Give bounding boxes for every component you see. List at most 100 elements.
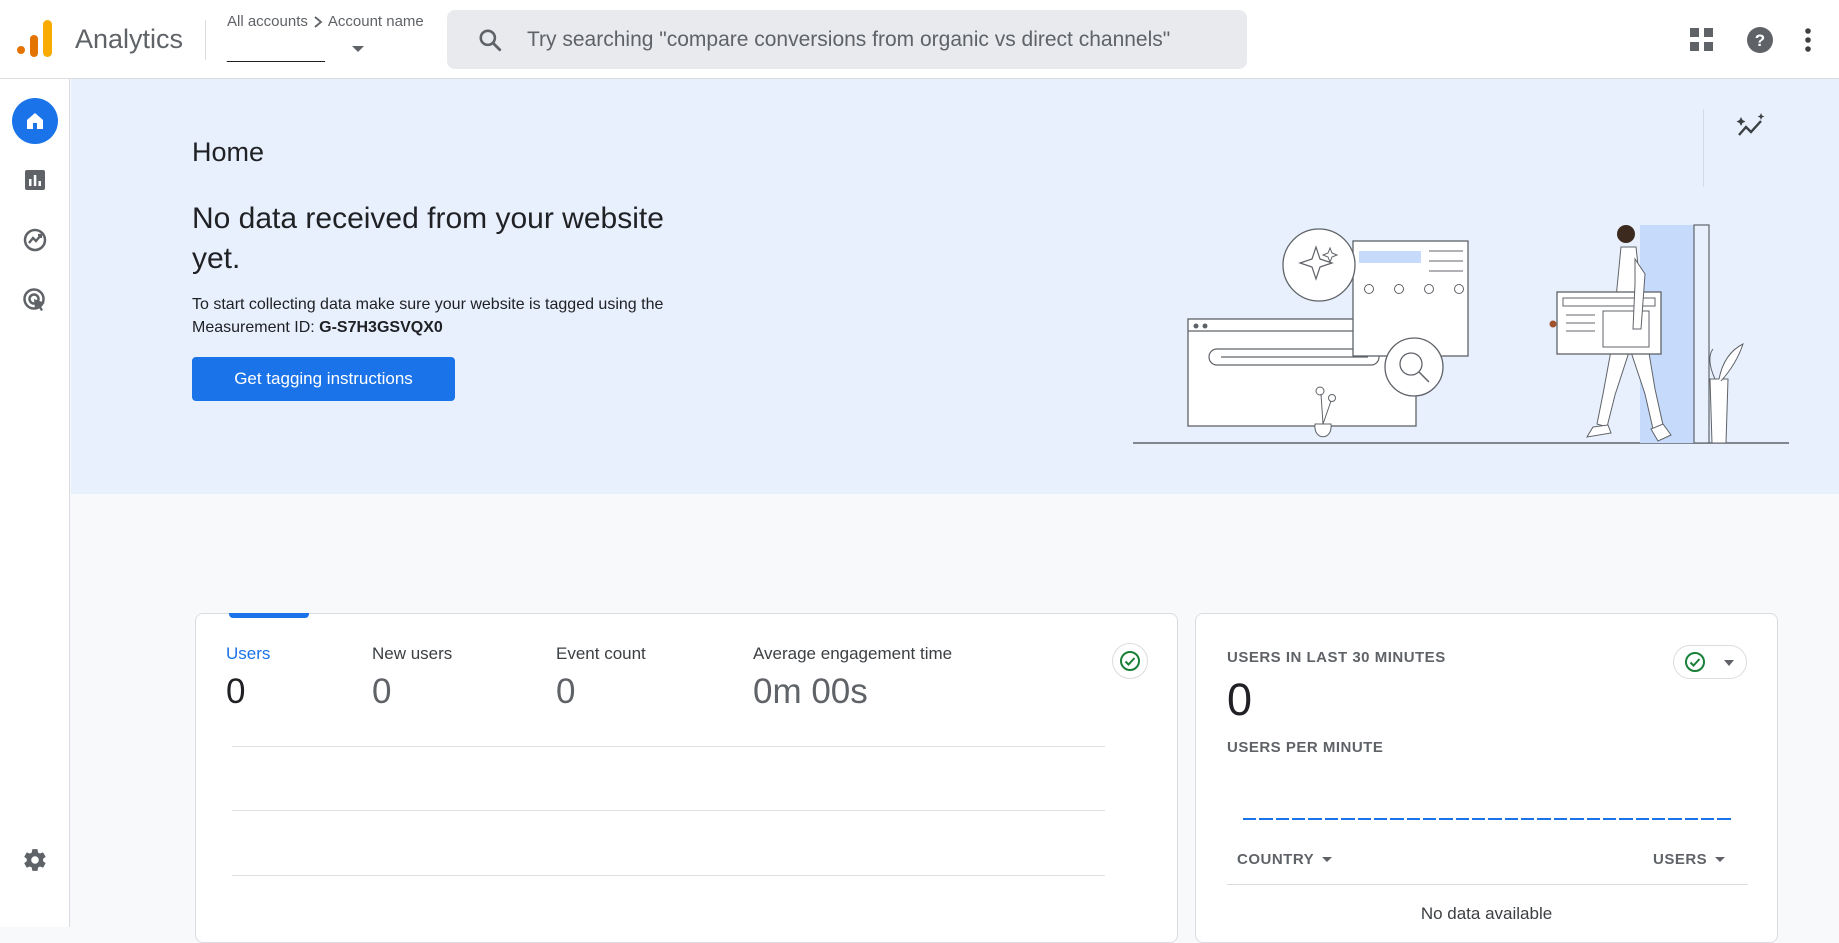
minute-bar [1684, 818, 1699, 820]
top-app-bar: Analytics All accounts Account name ____… [0, 0, 1839, 79]
minute-bar [1455, 818, 1470, 820]
minute-bar [1259, 818, 1273, 820]
minute-bar [1651, 818, 1666, 820]
apps-grid-icon[interactable] [1686, 24, 1718, 56]
minute-bar [1341, 818, 1355, 820]
minute-bar [1504, 818, 1519, 820]
metric-tab-users[interactable]: Users 0 [226, 644, 270, 712]
property-selector[interactable]: ___________ [227, 36, 367, 64]
nav-home[interactable] [12, 98, 58, 144]
svg-text:?: ? [1755, 31, 1765, 50]
nav-admin[interactable] [12, 837, 58, 883]
column-header-label: USERS [1653, 851, 1708, 868]
column-header-country[interactable]: COUNTRY [1237, 851, 1333, 868]
get-tagging-instructions-button[interactable]: Get tagging instructions [192, 357, 455, 401]
breadcrumb-current[interactable]: Account name [328, 13, 424, 30]
page-title: Home [192, 137, 265, 167]
active-tab-indicator [229, 613, 309, 618]
breadcrumb-root[interactable]: All accounts [227, 13, 308, 30]
minute-bar [1570, 818, 1584, 820]
users-per-minute-chart [1243, 818, 1731, 821]
realtime-title: USERS IN LAST 30 MINUTES [1227, 649, 1446, 666]
more-vert-icon[interactable] [1800, 24, 1816, 56]
advertising-icon [23, 288, 45, 311]
metric-value: 0 [556, 672, 576, 711]
metric-tab-new-users[interactable]: New users 0 [372, 644, 452, 712]
minute-bar [1422, 818, 1437, 820]
analytics-logo[interactable] [17, 20, 53, 58]
minute-bar [1308, 818, 1322, 820]
explore-icon [23, 228, 47, 252]
minute-bar [1553, 818, 1568, 820]
divider [1703, 109, 1704, 187]
metric-value: 0m 00s [753, 672, 868, 711]
metric-label: Users [226, 644, 271, 663]
minute-bar [1521, 818, 1535, 820]
selected-property: ___________ [227, 46, 325, 63]
minute-bar [1390, 818, 1404, 820]
realtime-card: USERS IN LAST 30 MINUTES 0 USERS PER MIN… [1195, 613, 1778, 943]
minute-bar [1602, 818, 1617, 820]
nav-advertising[interactable] [12, 277, 58, 323]
minute-bar [1292, 818, 1306, 820]
minute-bar [1275, 818, 1290, 820]
sort-caret-icon [1715, 857, 1726, 862]
minute-bar [1586, 818, 1600, 820]
metric-value: 0 [372, 672, 392, 711]
minute-bar [1357, 818, 1371, 820]
empty-state-illustration [1133, 224, 1789, 444]
minute-bar [1439, 818, 1453, 820]
chevron-right-icon [314, 15, 323, 28]
banner-heading: No data received from your website yet. [192, 202, 664, 275]
search-bar[interactable] [447, 10, 1247, 69]
app-name: Analytics [75, 24, 184, 54]
minute-bar [1324, 818, 1339, 820]
column-header-label: COUNTRY [1237, 851, 1315, 868]
metric-tab-event-count[interactable]: Event count 0 [556, 644, 646, 712]
left-nav [0, 79, 70, 927]
metrics-card: Users 0 New users 0 Event count 0 Averag… [195, 613, 1178, 943]
chart-gridline [232, 810, 1105, 811]
dropdown-caret-icon [352, 46, 364, 52]
minute-bar [1635, 818, 1649, 820]
setup-banner: Home No data received from your website … [71, 79, 1839, 494]
minute-bar [1668, 818, 1682, 820]
chart-gridline [232, 875, 1105, 876]
metric-tab-avg-engagement-time[interactable]: Average engagement time 0m 00s [753, 644, 952, 712]
gear-icon [24, 849, 46, 871]
chevron-down-icon [1724, 660, 1734, 666]
check-circle-icon [1120, 651, 1140, 671]
minute-bar [1488, 818, 1502, 820]
chart-gridline [232, 746, 1105, 747]
metric-value: 0 [226, 672, 246, 711]
realtime-subtitle: USERS PER MINUTE [1227, 739, 1384, 756]
metric-label: New users [372, 644, 453, 663]
nav-reports[interactable] [12, 157, 58, 203]
divider [205, 20, 206, 60]
metric-label: Average engagement time [753, 644, 953, 663]
reports-icon [25, 170, 45, 190]
check-circle-icon [1685, 652, 1705, 672]
minute-bar [1537, 818, 1551, 820]
realtime-status-dropdown[interactable] [1673, 645, 1747, 679]
measurement-id: G-S7H3GSVQX0 [319, 319, 443, 336]
help-icon[interactable]: ? [1744, 24, 1776, 56]
banner-description: To start collecting data make sure your … [192, 293, 732, 339]
minute-bar [1243, 818, 1257, 820]
minute-bar [1406, 818, 1420, 820]
minute-bar [1472, 818, 1486, 820]
minute-bar [1619, 818, 1633, 820]
column-header-users[interactable]: USERS [1653, 851, 1726, 868]
data-status-badge[interactable] [1112, 643, 1148, 679]
home-icon [27, 113, 43, 129]
insights-icon[interactable] [1733, 109, 1769, 145]
sort-caret-icon [1322, 857, 1333, 862]
metric-label: Event count [556, 644, 646, 663]
breadcrumb[interactable]: All accounts Account name [227, 13, 424, 30]
minute-bar [1717, 818, 1731, 820]
realtime-value: 0 [1227, 674, 1253, 725]
table-divider [1227, 884, 1748, 885]
search-input[interactable] [527, 10, 1227, 69]
search-icon [479, 29, 502, 52]
nav-explore[interactable] [12, 217, 58, 263]
